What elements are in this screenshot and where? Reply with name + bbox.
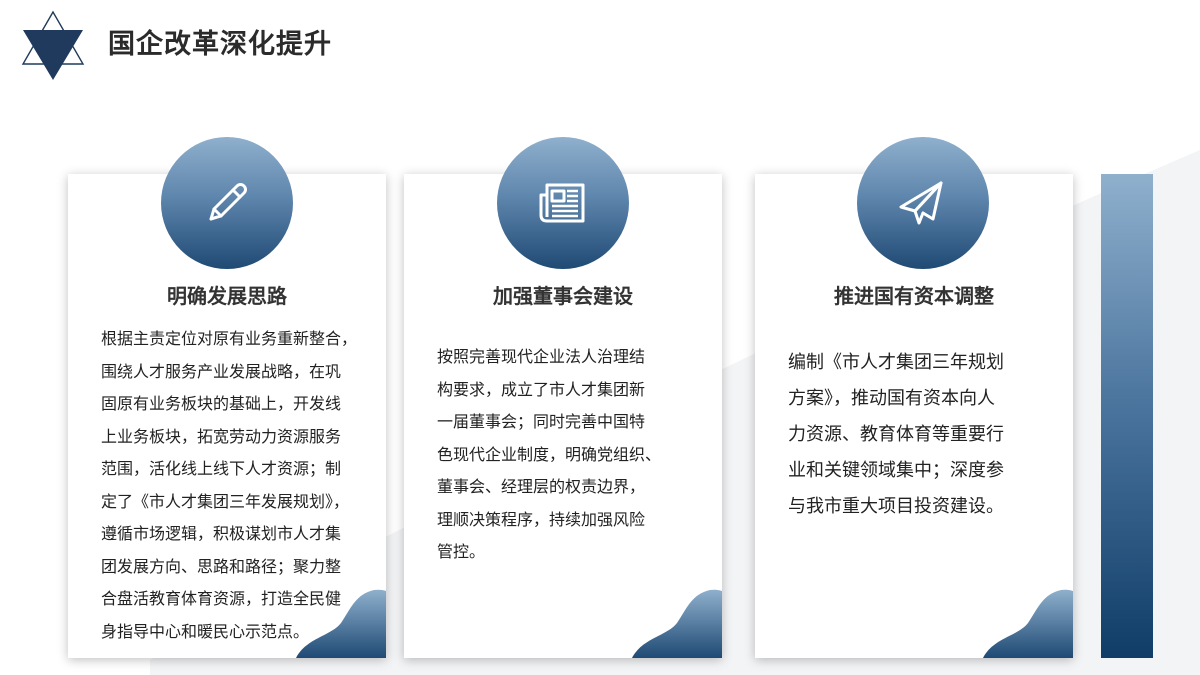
card-line: 力资源、教育体育等重要行 bbox=[788, 424, 1004, 445]
card-line: 固原有业务板块的基础上，开发线 bbox=[101, 394, 342, 413]
card-line: 遵循市场逻辑，积极谋划市人才集 bbox=[101, 524, 342, 543]
card-line: 色现代企业制度，明确党组织、 bbox=[437, 444, 662, 464]
card-line: 方案》，推动国有资本向人 bbox=[788, 388, 995, 409]
newspaper-icon bbox=[539, 183, 585, 223]
card-body: 按照完善现代企业法人治理结 构要求，成立了市人才集团新 一届董事会；同时完善中国… bbox=[437, 341, 661, 569]
card-heading: 推进国有资本调整 bbox=[834, 284, 994, 308]
card-line: 构要求，成立了市人才集团新 bbox=[437, 379, 646, 399]
card-line: 一届董事会；同时完善中国特 bbox=[437, 412, 646, 431]
card-corner-wave bbox=[983, 589, 1073, 658]
card-heading: 加强董事会建设 bbox=[493, 284, 633, 308]
page-title: 国企改革深化提升 bbox=[108, 29, 332, 60]
card-corner-wave bbox=[632, 589, 722, 658]
card-line: 编制《市人才集团三年规划 bbox=[788, 352, 1004, 373]
card-line: 范围，活化线上线下人才资源；制 bbox=[101, 459, 342, 478]
paper-plane-icon-circle bbox=[857, 137, 989, 269]
paper-plane-icon bbox=[899, 181, 943, 225]
card-line: 管控。 bbox=[437, 542, 486, 561]
slide: 国企改革深化提升 明确发展思路 根据主责定位对原有业务重新整合， 围绕人才服务产… bbox=[0, 0, 1200, 675]
card-line: 与我市重大项目投资建设。 bbox=[788, 496, 1004, 517]
pencil-icon bbox=[209, 183, 247, 221]
pencil-icon-circle bbox=[161, 137, 293, 269]
card-body: 编制《市人才集团三年规划 方案》，推动国有资本向人 力资源、教育体育等重要行 业… bbox=[788, 345, 1004, 525]
card-line: 根据主责定位对原有业务重新整合， bbox=[101, 329, 358, 348]
card-line: 团发展方向、思路和路径；聚力整 bbox=[101, 556, 342, 576]
newspaper-icon-circle bbox=[497, 137, 629, 269]
card-corner-wave bbox=[296, 589, 386, 658]
side-gradient-bar bbox=[1101, 174, 1153, 658]
card-line: 业和关键领域集中；深度参 bbox=[788, 460, 1004, 481]
card-line: 董事会、经理层的权责边界， bbox=[437, 477, 646, 496]
logo-triangle-icon bbox=[21, 10, 85, 80]
card-line: 定了《市人才集团三年发展规划》， bbox=[101, 491, 350, 511]
card-line: 按照完善现代企业法人治理结 bbox=[437, 347, 646, 366]
card-line: 围绕人才服务产业发展战略，在巩 bbox=[101, 361, 342, 381]
card-heading: 明确发展思路 bbox=[167, 284, 287, 308]
card-line: 理顺决策程序，持续加强风险 bbox=[437, 509, 646, 529]
card-line: 上业务板块，拓宽劳动力资源服务 bbox=[101, 426, 342, 446]
